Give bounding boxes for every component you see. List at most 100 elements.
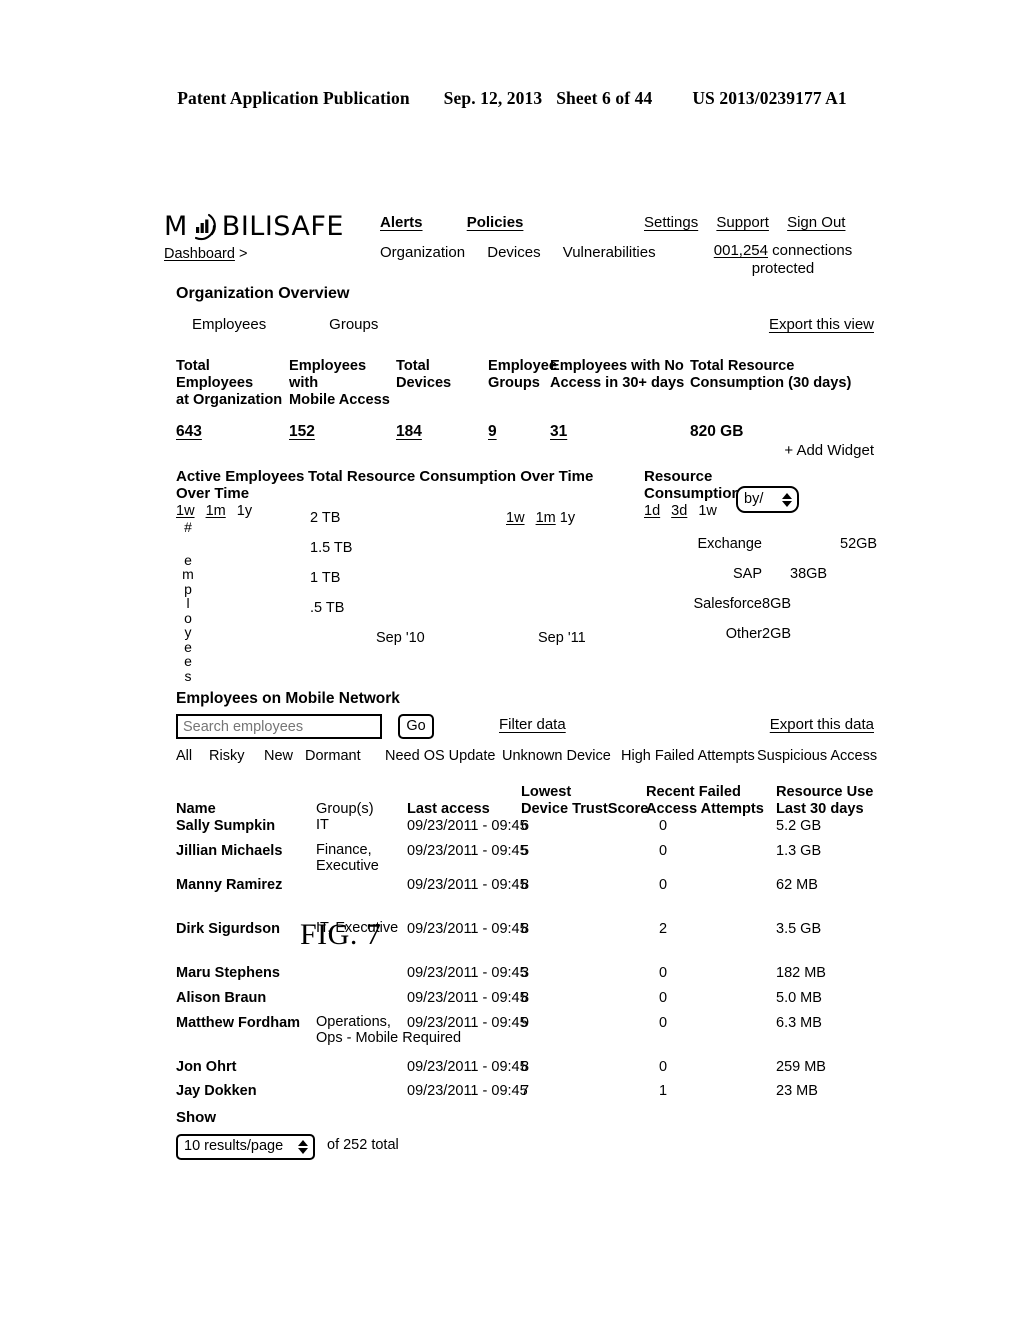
cell-failed-attempts: 0 — [659, 965, 668, 981]
nav-item-alerts[interactable]: Alerts — [380, 214, 423, 231]
filter-tab-high-failed-attempts[interactable]: High Failed Attempts — [621, 748, 755, 765]
resource-value-salesforce: 8GB — [762, 596, 792, 612]
range-1m[interactable]: 1m — [206, 503, 226, 519]
table-row[interactable]: Jillian Michaels Finance, Executive 09/2… — [176, 842, 874, 877]
range-1w[interactable]: 1w — [176, 503, 195, 519]
table-row[interactable]: Alison Braun 09/23/2011 - 09:45 8 0 5.0 … — [176, 990, 874, 1015]
go-button[interactable]: Go — [398, 714, 434, 739]
range-1d[interactable]: 1d — [644, 503, 660, 519]
nav-secondary: Organization Devices Vulnerabilities — [380, 244, 674, 262]
nav-item-settings[interactable]: Settings — [644, 214, 698, 231]
tab-employees[interactable]: Employees — [192, 316, 325, 334]
cell-name: Maru Stephens — [176, 965, 280, 981]
resource-row: Exchange 52GB — [644, 536, 878, 566]
filter-tab-risky[interactable]: Risky — [209, 748, 244, 765]
range-3d[interactable]: 3d — [671, 503, 687, 519]
filter-tab-suspicious-access[interactable]: Suspicious Access — [757, 748, 877, 765]
filter-tab-all[interactable]: All — [176, 748, 192, 765]
cell-last-access: 09/23/2011 - 09:45 — [407, 990, 528, 1006]
metric-value-total-employees[interactable]: 643 — [176, 423, 289, 442]
table-row[interactable]: Jon Ohrt 09/23/2011 - 09:45 8 0 259 MB — [176, 1059, 874, 1083]
table-row[interactable]: Maru Stephens 09/23/2011 - 09:45 3 0 182… — [176, 965, 874, 990]
y-axis-ticks-total-resource: 2 TB 1.5 TB 1 TB .5 TB — [310, 510, 352, 630]
metric-label-total-devices: Total Devices — [396, 358, 452, 391]
nav-item-support[interactable]: Support — [716, 214, 769, 231]
cell-name: Matthew Fordham — [176, 1015, 301, 1031]
metric-label-employees-mobile-access: Employees with Mobile Access — [289, 358, 390, 408]
logo[interactable]: M BILISAFE — [164, 211, 374, 242]
range-1y[interactable]: 1y — [560, 510, 575, 526]
cell-resource-use: 5.0 MB — [776, 990, 822, 1006]
results-per-page-select[interactable]: 10 results/page — [176, 1134, 315, 1160]
range-1y[interactable]: 1y — [237, 503, 252, 519]
range-1w[interactable]: 1w — [698, 503, 717, 519]
results-per-page-value: 10 results/page — [184, 1138, 284, 1155]
column-header-lowest-device-trustscore[interactable]: Lowest Device TrustScore — [521, 784, 648, 818]
metric-value-employee-groups[interactable]: 9 — [488, 423, 550, 442]
nav-account: Settings Support Sign Out — [644, 214, 859, 232]
search-input[interactable] — [176, 714, 382, 739]
metric-value-no-access-30-days[interactable]: 31 — [550, 423, 690, 442]
cell-last-access: 09/23/2011 - 09:45 — [407, 1015, 528, 1031]
cell-failed-attempts: 0 — [659, 877, 668, 893]
metric-value-total-devices[interactable]: 184 — [396, 423, 488, 442]
cell-last-access: 09/23/2011 - 09:45 — [407, 877, 528, 893]
widget-total-resource-consumption-over-time: Total Resource Consumption Over Time 2 T… — [308, 468, 638, 646]
tab-groups[interactable]: Groups — [329, 316, 378, 334]
cell-resource-use: 182 MB — [776, 965, 826, 981]
cell-failed-attempts: 0 — [659, 843, 668, 859]
cell-resource-use: 3.5 GB — [776, 921, 822, 937]
table-row[interactable]: Sally Sumpkin IT 09/23/2011 - 09:45 6 0 … — [176, 817, 874, 843]
filter-tab-unknown-device[interactable]: Unknown Device — [502, 748, 611, 765]
column-header-recent-failed-access-attempts[interactable]: Recent Failed Access Attempts — [646, 784, 764, 818]
metric-label-no-access-30-days: Employees with No Access in 30+ days — [550, 358, 685, 391]
resource-row: Other 2GB — [644, 626, 874, 656]
cell-failed-attempts: 0 — [659, 990, 668, 1006]
cell-failed-attempts: 0 — [659, 1059, 668, 1075]
filter-tab-new[interactable]: New — [264, 748, 293, 765]
cell-failed-attempts: 0 — [659, 818, 668, 834]
cell-trustscore: 8 — [521, 990, 530, 1006]
cell-resource-use: 62 MB — [776, 877, 818, 893]
resource-row: SAP 38GB — [644, 566, 874, 596]
table-row[interactable]: Manny Ramirez 09/23/2011 - 09:45 8 0 62 … — [176, 877, 874, 921]
column-header-resource-use[interactable]: Resource Use Last 30 days — [776, 784, 873, 818]
y-tick-1tb: 1 TB — [310, 570, 341, 586]
cell-resource-use: 6.3 MB — [776, 1015, 822, 1031]
group-by-select[interactable]: by/ — [736, 486, 799, 513]
cell-last-access: 09/23/2011 - 09:45 — [407, 843, 528, 859]
table-row[interactable]: Jay Dokken 09/23/2011 - 09:45 7 1 23 MB — [176, 1083, 874, 1107]
cell-groups: Finance, Executive — [316, 842, 379, 874]
cell-name: Manny Ramirez — [176, 877, 283, 893]
nav-item-organization[interactable]: Organization — [380, 244, 465, 261]
cell-last-access: 09/23/2011 - 09:45 — [407, 965, 528, 981]
table-row[interactable]: Dirk Sigurdson IT, Executive 09/23/2011 … — [176, 920, 874, 965]
y-axis-label-active-employees: # employees — [182, 519, 194, 684]
filter-tab-dormant[interactable]: Dormant — [305, 748, 361, 765]
add-widget-button[interactable]: + Add Widget — [784, 442, 874, 460]
metric-value-employees-mobile-access[interactable]: 152 — [289, 423, 396, 442]
resource-row: Salesforce 8GB — [644, 596, 874, 626]
column-header-groups[interactable]: Group(s) — [316, 801, 374, 818]
show-label: Show — [176, 1109, 216, 1126]
table-header-row: Name Group(s) Last access Lowest Device … — [176, 772, 874, 818]
breadcrumb: Dashboard > — [164, 246, 247, 263]
nav-item-vulnerabilities[interactable]: Vulnerabilities — [563, 244, 656, 261]
range-1w[interactable]: 1w — [506, 510, 525, 526]
nav-item-policies[interactable]: Policies — [467, 214, 524, 231]
connections-label: connections — [772, 242, 853, 259]
nav-item-devices[interactable]: Devices — [487, 244, 540, 261]
nav-item-sign-out[interactable]: Sign Out — [787, 214, 845, 231]
filter-data-link[interactable]: Filter data — [499, 716, 566, 734]
export-this-data-link[interactable]: Export this data — [770, 716, 874, 734]
breadcrumb-dashboard[interactable]: Dashboard — [164, 246, 235, 262]
metric-label-total-employees: Total Employees at Organization — [176, 358, 283, 408]
range-1m[interactable]: 1m — [536, 510, 556, 526]
column-header-name[interactable]: Name — [176, 801, 216, 818]
filter-tab-need-os-update[interactable]: Need OS Update — [385, 748, 495, 765]
resource-name-exchange: Exchange — [697, 536, 763, 552]
column-header-last-access[interactable]: Last access — [407, 801, 490, 818]
table-row[interactable]: Matthew Fordham Operations, Ops - Mobile… — [176, 1014, 874, 1059]
export-this-view-link[interactable]: Export this view — [769, 316, 874, 334]
cell-resource-use: 5.2 GB — [776, 818, 822, 834]
